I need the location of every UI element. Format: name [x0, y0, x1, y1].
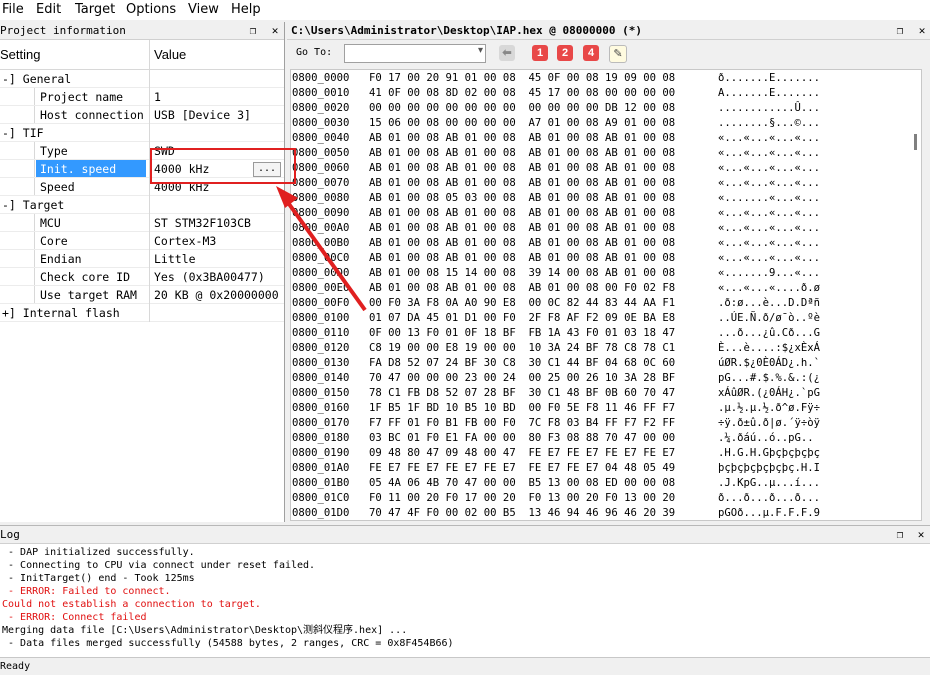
log-panel: Log ❐ ✕ - DAP initialized successfully. … [0, 525, 930, 658]
log-error-line: Could not establish a connection to targ… [2, 599, 261, 610]
log-header: Log ❐ ✕ [0, 526, 930, 544]
close-icon[interactable]: ✕ [914, 526, 928, 543]
log-line: - InitTarget() end - Took 125ms [2, 573, 195, 584]
log-line: - Connecting to CPU via connect under re… [2, 560, 316, 571]
status-bar: Ready [0, 657, 930, 675]
restore-icon[interactable]: ❐ [893, 526, 907, 543]
log-line: Merging data file [C:\Users\Administrato… [2, 625, 408, 636]
log-error-line: - ERROR: Connect failed [2, 612, 147, 623]
log-error-line: - ERROR: Failed to connect. [2, 586, 171, 597]
status-text: Ready [0, 661, 31, 672]
log-line: - Data files merged successfully (54588 … [2, 638, 454, 649]
log-line: - DAP initialized successfully. [2, 547, 195, 558]
log-title: Log [0, 528, 20, 541]
